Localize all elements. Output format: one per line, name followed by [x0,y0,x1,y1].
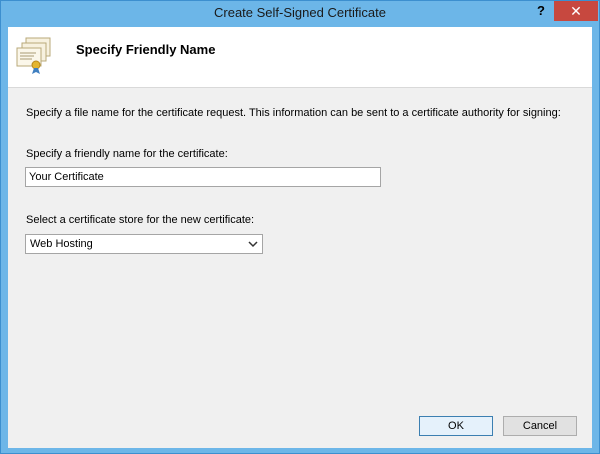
dialog-window: Create Self-Signed Certificate ? ✕ Speci… [0,0,600,454]
cancel-button[interactable]: Cancel [503,416,577,436]
certificate-store-value: Web Hosting [30,238,93,250]
chevron-down-icon [248,241,258,248]
close-button[interactable]: ✕ [554,1,598,21]
wizard-content: Specify a file name for the certificate … [8,88,592,448]
certificate-store-select[interactable]: Web Hosting [25,234,263,254]
ok-button[interactable]: OK [419,416,493,436]
help-button[interactable]: ? [528,1,554,21]
friendly-name-label: Specify a friendly name for the certific… [26,148,228,160]
page-title: Specify Friendly Name [76,42,216,57]
certificate-icon [16,37,51,74]
certificate-store-label: Select a certificate store for the new c… [26,214,255,226]
description-text: Specify a file name for the certificate … [26,107,561,119]
wizard-header: Specify Friendly Name [8,27,592,88]
title-bar[interactable]: Create Self-Signed Certificate ? ✕ [1,1,599,27]
window-title: Create Self-Signed Certificate [214,5,386,20]
friendly-name-input[interactable] [25,167,381,187]
